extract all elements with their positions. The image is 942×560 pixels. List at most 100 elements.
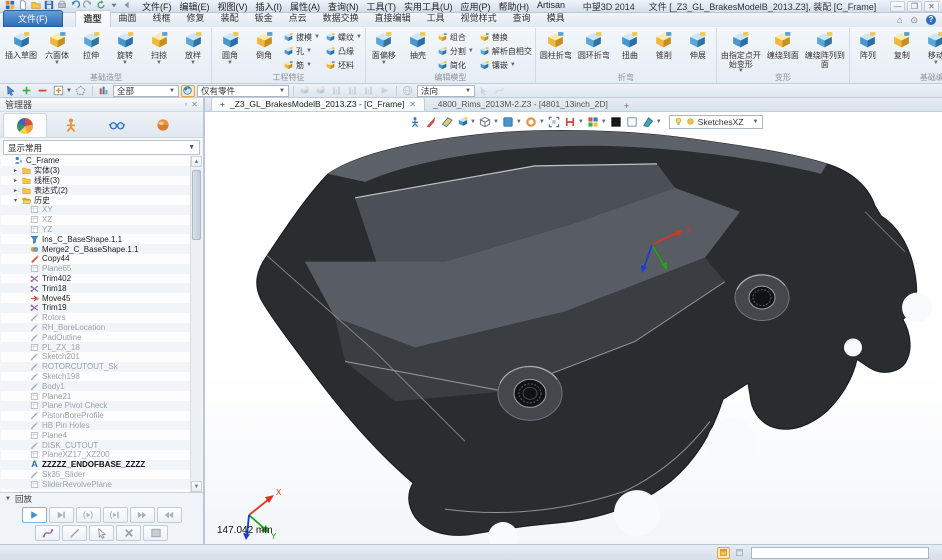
file-menu-button[interactable]: 文件(F) — [3, 10, 63, 27]
ribbon-tab-10[interactable]: 视觉样式 — [453, 10, 505, 27]
scroll-up-icon[interactable]: ▲ — [191, 156, 202, 167]
visibility-manager-tab[interactable] — [95, 113, 139, 137]
tree-item-rh-borelocation[interactable]: RH_BoreLocation — [1, 323, 190, 333]
tree-item-sk35-slider[interactable]: Sk35_Slider — [1, 470, 190, 480]
display-filter-select[interactable]: 仅有零件▼ — [197, 85, 289, 97]
render-style-button[interactable] — [642, 115, 655, 128]
tree-item-sliderrevolveplane[interactable]: SliderRevolvePlane — [1, 479, 190, 489]
ribbon-button-螺纹[interactable]: 螺纹▼ — [323, 30, 364, 44]
normal-select[interactable]: 法向▼ — [417, 85, 475, 97]
ribbon-tab-2[interactable]: 线框 — [145, 10, 179, 27]
ribbon-tab-7[interactable]: 数据交换 — [315, 10, 367, 27]
close-icon[interactable]: ✕ — [191, 100, 198, 109]
ribbon-button-解析自相交[interactable]: 解析自相交 — [477, 44, 534, 58]
ribbon-button-孔[interactable]: 孔▼ — [281, 44, 322, 58]
ribbon-button-圆角[interactable]: 圆角▼ — [213, 28, 247, 73]
tree-item-历史[interactable]: ▾历史 — [1, 195, 190, 205]
extra-tool-2[interactable] — [493, 85, 507, 97]
remove-entity[interactable] — [35, 85, 49, 97]
tab-expand-icon[interactable]: + — [220, 99, 225, 109]
tree-item-trim18[interactable]: Trim18 — [1, 283, 190, 293]
ribbon-tab-8[interactable]: 直接编辑 — [367, 10, 419, 27]
align-tool-2[interactable] — [314, 85, 328, 97]
window-orange-icon[interactable] — [717, 547, 730, 559]
ribbon-button-镶嵌[interactable]: 镶嵌▼ — [477, 58, 534, 72]
edge-display-button[interactable] — [525, 115, 538, 128]
shading-mode-button[interactable] — [456, 115, 469, 128]
tree-item-hb-pin-holes[interactable]: HB Pin Holes — [1, 421, 190, 431]
lasso-select[interactable] — [74, 85, 88, 97]
tree-item-线框-3-[interactable]: ▸线框(3) — [1, 176, 190, 186]
window-gray-icon[interactable] — [733, 547, 746, 559]
minimize-button[interactable]: — — [890, 1, 905, 12]
settings-icon[interactable]: ⊙ — [910, 15, 918, 26]
new-tab-button[interactable]: + — [616, 101, 637, 111]
document-tab-1[interactable]: _4800_Rims_2013M-2.Z3 - [4801_13inch_2D] — [425, 98, 616, 111]
ribbon-tab-3[interactable]: 修复 — [179, 10, 213, 27]
tree-item-实体-3-[interactable]: ▸实体(3) — [1, 166, 190, 176]
view-layout-button[interactable] — [587, 115, 600, 128]
distribute-1[interactable] — [330, 85, 344, 97]
filter-list[interactable] — [97, 85, 111, 97]
tree-item-zzzzz-endofbase-zzzz[interactable]: AZZZZZ_ENDOFBASE_ZZZZ — [1, 460, 190, 470]
play-through-button[interactable] — [103, 507, 128, 523]
layer-select[interactable]: SketchesXZ▼ — [669, 115, 764, 129]
ribbon-button-分割[interactable]: 分割▼ — [435, 44, 476, 58]
face-display-button[interactable] — [502, 115, 515, 128]
viewport-canvas[interactable]: X X Y ▼▼▼▼▼▼▼SketchesXZ▼ 147.042 mm — [205, 112, 942, 544]
ribbon-button-扭曲[interactable]: 扭曲 — [613, 28, 647, 73]
tree-item-plane-pivot-check[interactable]: Plane Pivot Check — [1, 401, 190, 411]
pick-filter[interactable] — [3, 85, 17, 97]
ribbon-button-拉伸[interactable]: 拉伸 — [74, 28, 108, 73]
ribbon-tab-12[interactable]: 模具 — [539, 10, 573, 27]
tree-item-xy[interactable]: XY — [1, 205, 190, 215]
show-entity-button[interactable] — [408, 115, 421, 128]
expand-icon[interactable]: ▾ — [12, 197, 19, 204]
command-input[interactable] — [751, 547, 929, 559]
tree-item-trim402[interactable]: Trim402 — [1, 274, 190, 284]
tree-item-plane21[interactable]: Plane21 — [1, 391, 190, 401]
line-tool-button[interactable] — [62, 525, 87, 541]
zoom-fit-button[interactable] — [548, 115, 561, 128]
tree-item-sketch198[interactable]: Sketch198 — [1, 372, 190, 382]
expand-icon[interactable]: ▸ — [12, 187, 19, 194]
ribbon-button-由指定点开始变形[interactable]: 由指定点开始变形▼ — [718, 28, 764, 73]
pin-icon[interactable]: ▫ — [184, 100, 187, 109]
pick-tool-button[interactable] — [89, 525, 114, 541]
datum-display-button[interactable] — [440, 115, 453, 128]
ribbon-tab-0[interactable]: 造型 — [75, 10, 111, 27]
tree-item-copy44[interactable]: Copy44 — [1, 254, 190, 264]
tree-item-xz[interactable]: XZ — [1, 215, 190, 225]
document-tab-0[interactable]: +_Z3_GL_BrakesModelB_2013.Z3 - [C_Frame]… — [211, 97, 425, 111]
home-icon[interactable]: ⌂ — [897, 15, 902, 25]
expand-icon[interactable]: ▸ — [12, 167, 19, 174]
tree-item-padoutline[interactable]: PadOutline — [1, 332, 190, 342]
ribbon-button-移动[interactable]: 移动▼ — [919, 28, 942, 73]
section-view-button[interactable] — [564, 115, 577, 128]
tree-item-pl-zx-18[interactable]: PL_ZX_18 — [1, 342, 190, 352]
ribbon-tab-6[interactable]: 点云 — [281, 10, 315, 27]
ribbon-button-阵列[interactable]: 阵列 — [851, 28, 885, 73]
background-dark-button[interactable] — [610, 115, 623, 128]
ribbon-button-凸缘[interactable]: 凸缘 — [323, 44, 364, 58]
ribbon-button-复制[interactable]: 复制 — [885, 28, 919, 73]
align-tool-1[interactable] — [298, 85, 312, 97]
tree-item-ins-c-baseshape-1-1[interactable]: Ins_C_BaseShape.1.1 — [1, 234, 190, 244]
ribbon-tab-5[interactable]: 钣金 — [247, 10, 281, 27]
ribbon-button-拔模[interactable]: 拔模▼ — [281, 30, 322, 44]
tree-item-plane65[interactable]: Plane65 — [1, 264, 190, 274]
view-manager-tab[interactable] — [141, 113, 185, 137]
tree-item-yz[interactable]: YZ — [1, 225, 190, 235]
ribbon-button-抽壳[interactable]: 抽壳 — [401, 28, 435, 73]
ribbon-button-简化[interactable]: 简化 — [435, 58, 476, 72]
curve-tool-button[interactable] — [35, 525, 60, 541]
restore-button[interactable]: ❐ — [907, 1, 922, 12]
tree-item-disk-cutout[interactable]: DISK_CUTOUT — [1, 440, 190, 450]
extra-tool-1[interactable] — [477, 85, 491, 97]
ribbon-button-六面体[interactable]: 六面体▼ — [40, 28, 74, 73]
scroll-down-icon[interactable]: ▼ — [191, 481, 202, 492]
tree-item-plane4[interactable]: Plane4 — [1, 430, 190, 440]
tree-item-sketch201[interactable]: Sketch201 — [1, 352, 190, 362]
close-button[interactable]: ✕ — [924, 1, 939, 12]
tree-scrollbar[interactable]: ▲ ▼ — [190, 156, 202, 492]
